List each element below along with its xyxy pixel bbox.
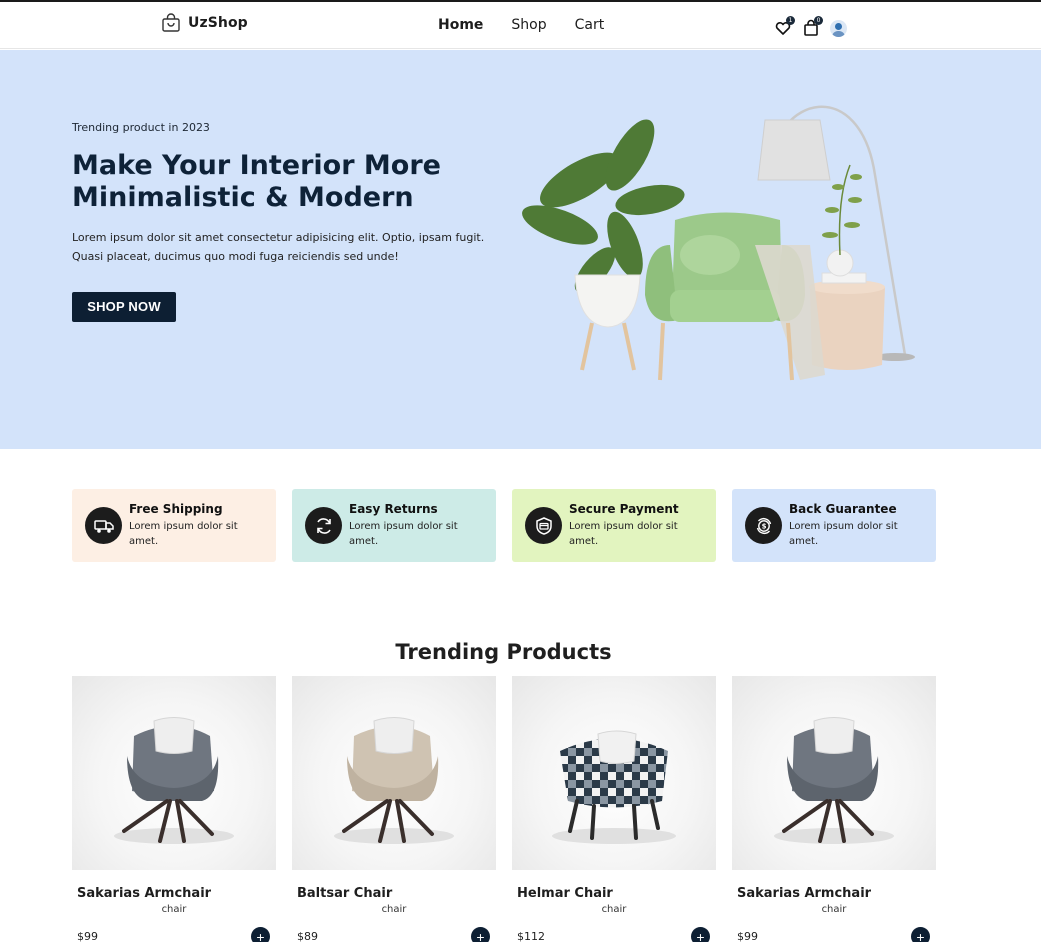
avatar-body	[832, 30, 845, 37]
product-price: $89	[297, 930, 318, 942]
plant-pot	[574, 274, 641, 328]
user-avatar[interactable]	[830, 19, 847, 37]
product-name[interactable]: Sakarias Armchair	[77, 886, 211, 901]
cart-button[interactable]: 0	[802, 16, 823, 37]
svg-text:$: $	[761, 522, 766, 530]
product-category: chair	[821, 904, 847, 915]
chair-leg	[658, 322, 665, 381]
feature-title: Secure Payment	[569, 502, 679, 516]
product-price: $99	[737, 930, 758, 942]
armchair-seat	[670, 290, 780, 322]
trending-section-title: Trending Products	[395, 640, 612, 664]
nav-actions: 1 0	[774, 16, 847, 37]
trending-products-grid: Sakarias Armchair chair $99 + Baltsar Ch…	[72, 676, 936, 942]
product-card[interactable]: Helmar Chair chair $112 +	[512, 676, 716, 942]
product-category: chair	[601, 904, 627, 915]
money-back-icon: $	[745, 507, 782, 544]
feature-title: Back Guarantee	[789, 502, 897, 516]
secure-payment-icon	[525, 507, 562, 544]
add-to-cart-button[interactable]: +	[691, 927, 710, 942]
product-card[interactable]: Sakarias Armchair chair $99 +	[732, 676, 936, 942]
feature-card-guarantee: $ Back Guarantee Lorem ipsum dolor sit a…	[732, 489, 936, 562]
add-to-cart-button[interactable]: +	[251, 927, 270, 942]
hero-description: Lorem ipsum dolor sit amet consectetur a…	[72, 231, 485, 263]
product-name[interactable]: Baltsar Chair	[297, 886, 392, 901]
feature-card-returns: Easy Returns Lorem ipsum dolor sit amet.	[292, 489, 496, 562]
feature-description: Lorem ipsum dolor sit amet.	[349, 521, 458, 547]
product-category: chair	[161, 904, 187, 915]
cart-count-badge: 0	[814, 16, 823, 25]
product-image[interactable]	[512, 676, 716, 870]
avatar-head	[835, 22, 842, 30]
feature-description: Lorem ipsum dolor sit amet.	[789, 521, 898, 547]
refresh-icon	[305, 507, 342, 544]
product-card[interactable]: Baltsar Chair chair $89 +	[292, 676, 496, 942]
hero-eyebrow: Trending product in 2023	[72, 121, 210, 134]
product-image[interactable]	[72, 676, 276, 870]
product-name[interactable]: Helmar Chair	[517, 886, 613, 901]
feature-card-shipping: Free Shipping Lorem ipsum dolor sit amet…	[72, 489, 276, 562]
feature-card-payment: Secure Payment Lorem ipsum dolor sit ame…	[512, 489, 716, 562]
pot-leg	[580, 322, 594, 371]
add-to-cart-button[interactable]: +	[471, 927, 490, 942]
hero-title: Make Your Interior More Minimalistic & M…	[72, 150, 441, 213]
shop-now-button[interactable]: SHOP NOW	[72, 292, 176, 322]
feature-description: Lorem ipsum dolor sit amet.	[569, 521, 678, 547]
armchair-cushion	[680, 235, 740, 275]
lamp-shade	[757, 119, 831, 181]
nav-link-shop[interactable]: Shop	[511, 17, 546, 33]
small-plant-stem	[838, 164, 851, 256]
small-plant-leaves	[822, 174, 862, 238]
wishlist-button[interactable]: 1	[774, 16, 795, 37]
shopping-bag-icon	[162, 13, 180, 32]
brand-logo[interactable]: UzShop	[161, 13, 248, 33]
hero-section: Trending product in 2023 Make Your Inter…	[0, 50, 1041, 449]
nav-link-cart[interactable]: Cart	[575, 17, 605, 33]
nav-link-home[interactable]: Home	[438, 17, 483, 33]
product-image[interactable]	[732, 676, 936, 870]
product-card[interactable]: Sakarias Armchair chair $99 +	[72, 676, 276, 942]
feature-title: Free Shipping	[129, 502, 223, 516]
pot-leg	[622, 322, 636, 371]
feature-description: Lorem ipsum dolor sit amet.	[129, 521, 238, 547]
brand-name: UzShop	[188, 15, 248, 31]
main-nav: Home Shop Cart	[438, 17, 632, 33]
product-price: $99	[77, 930, 98, 942]
feature-title: Easy Returns	[349, 502, 438, 516]
truck-icon	[85, 507, 122, 544]
hero-furniture-illustration	[522, 105, 915, 381]
features-row: Free Shipping Lorem ipsum dolor sit amet…	[72, 489, 936, 562]
product-image[interactable]	[292, 676, 496, 870]
product-name[interactable]: Sakarias Armchair	[737, 886, 871, 901]
product-price: $112	[517, 930, 545, 942]
product-category: chair	[381, 904, 407, 915]
navbar: UzShop Home Shop Cart 1 0	[0, 2, 1041, 49]
add-to-cart-button[interactable]: +	[911, 927, 930, 942]
wishlist-count-badge: 1	[786, 16, 795, 25]
